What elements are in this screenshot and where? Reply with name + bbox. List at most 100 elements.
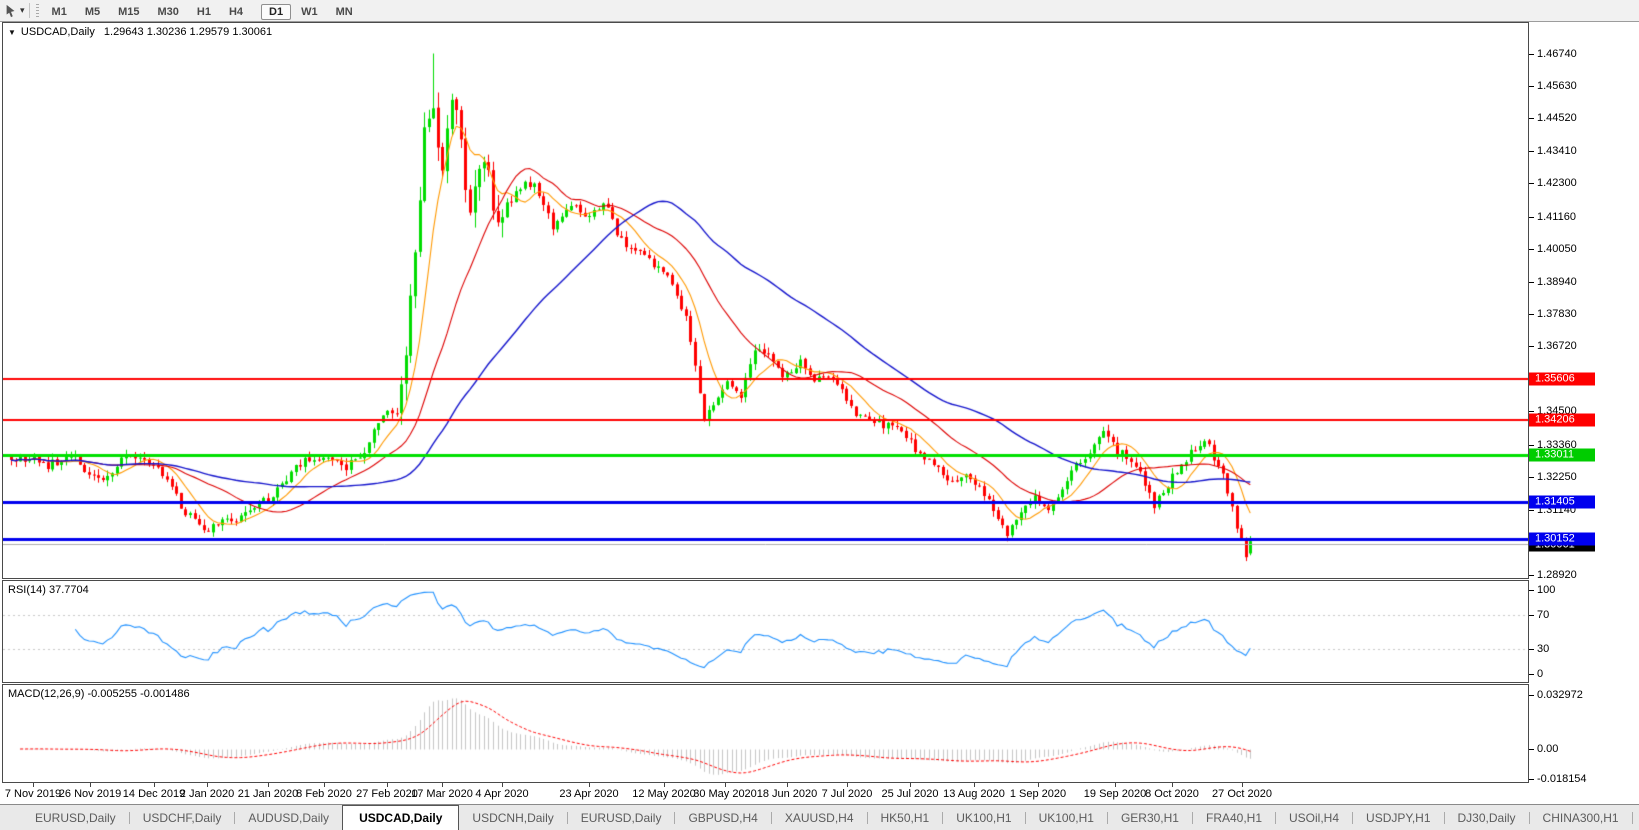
timeframe-button-h4[interactable]: H4 bbox=[221, 4, 251, 20]
price-tick-label: 1.32250 bbox=[1537, 471, 1577, 483]
date-tick-mark bbox=[90, 783, 91, 787]
date-tick-label: 13 Aug 2020 bbox=[943, 788, 1005, 800]
chart-ohlc-values: 1.29643 1.30236 1.29579 1.30061 bbox=[104, 26, 272, 38]
tab-usoil-h4[interactable]: USOil,H4 bbox=[1276, 807, 1352, 829]
date-tick-mark bbox=[442, 783, 443, 787]
pointer-tool-icon[interactable] bbox=[4, 4, 18, 18]
date-tick-mark bbox=[787, 783, 788, 787]
chart-symbol-label: USDCAD,Daily bbox=[21, 26, 95, 38]
tab-xauusd-h4[interactable]: XAUUSD,H4 bbox=[772, 807, 867, 829]
date-tick-mark bbox=[33, 783, 34, 787]
rsi-chart-canvas[interactable] bbox=[3, 581, 1528, 682]
tab-ger30-h1[interactable]: GER30,H1 bbox=[1108, 807, 1192, 829]
date-tick-label: 17 Mar 2020 bbox=[411, 788, 473, 800]
timeframe-button-d1[interactable]: D1 bbox=[261, 4, 291, 20]
tab-usoil-h1[interactable]: USOil,H1 bbox=[1633, 807, 1639, 829]
cursor-arrow-icon bbox=[4, 4, 18, 18]
date-tick-mark bbox=[1115, 783, 1116, 787]
chevron-down-icon[interactable]: ▾ bbox=[20, 5, 25, 16]
timeframe-button-mn[interactable]: MN bbox=[328, 4, 361, 20]
price-tick-label: 1.36720 bbox=[1537, 340, 1577, 352]
candlestick-chart-canvas[interactable] bbox=[3, 23, 1528, 578]
macd-tick-label: 0.00 bbox=[1537, 743, 1558, 755]
date-tick-mark bbox=[502, 783, 503, 787]
price-tick-label: 1.41160 bbox=[1537, 211, 1576, 223]
price-tick-label: 1.43410 bbox=[1537, 145, 1577, 157]
macd-indicator-pane[interactable]: MACD(12,26,9) -0.005255 -0.001486 bbox=[2, 684, 1529, 783]
price-line-badge: 1.30152 bbox=[1529, 532, 1595, 545]
chart-title: ▼ USDCAD,Daily 1.29643 1.30236 1.29579 1… bbox=[8, 26, 272, 38]
price-tick-label: 1.40050 bbox=[1537, 243, 1577, 255]
axis-tick-mark bbox=[1529, 590, 1534, 591]
price-tick-label: 1.44520 bbox=[1537, 112, 1577, 124]
date-tick-label: 26 Nov 2019 bbox=[59, 788, 121, 800]
price-line-badge: 1.35606 bbox=[1529, 373, 1595, 386]
axis-tick-mark bbox=[1529, 86, 1534, 87]
date-tick-label: 18 Jun 2020 bbox=[757, 788, 818, 800]
date-tick-label: 1 Sep 2020 bbox=[1010, 788, 1066, 800]
macd-tick-label: 0.032972 bbox=[1537, 689, 1583, 701]
main-chart-pane[interactable]: ▼ USDCAD,Daily 1.29643 1.30236 1.29579 1… bbox=[2, 22, 1529, 579]
timeframe-button-m5[interactable]: M5 bbox=[77, 4, 108, 20]
timeframe-button-m15[interactable]: M15 bbox=[110, 4, 147, 20]
mt4-window: ▾ M1M5M15M30H1H4 D1W1MN ▼ USDCAD,Daily 1.… bbox=[0, 0, 1639, 830]
price-axis[interactable]: 1.467401.456301.445201.434101.423001.411… bbox=[1529, 0, 1639, 830]
date-tick-mark bbox=[1172, 783, 1173, 787]
collapse-triangle-icon[interactable]: ▼ bbox=[8, 28, 16, 37]
toolbar-grip-handle[interactable] bbox=[36, 4, 39, 18]
tab-hk50-h1[interactable]: HK50,H1 bbox=[868, 807, 943, 829]
tab-usdcad-daily[interactable]: USDCAD,Daily bbox=[342, 805, 459, 830]
tab-usdjpy-h1[interactable]: USDJPY,H1 bbox=[1353, 807, 1443, 829]
timeframe-button-m30[interactable]: M30 bbox=[150, 4, 187, 20]
date-tick-mark bbox=[664, 783, 665, 787]
axis-tick-mark bbox=[1529, 314, 1534, 315]
axis-tick-mark bbox=[1529, 217, 1534, 218]
chart-tabs: EURUSD,DailyUSDCHF,DailyAUDUSD,DailyUSDC… bbox=[22, 805, 1639, 830]
date-tick-mark bbox=[154, 783, 155, 787]
tab-eurusd-daily[interactable]: EURUSD,Daily bbox=[568, 807, 675, 829]
date-tick-mark bbox=[324, 783, 325, 787]
tab-eurusd-daily[interactable]: EURUSD,Daily bbox=[22, 807, 129, 829]
axis-tick-mark bbox=[1529, 575, 1534, 576]
tab-usdcnh-daily[interactable]: USDCNH,Daily bbox=[459, 807, 566, 829]
rsi-tick-label: 70 bbox=[1537, 609, 1549, 621]
tab-gbpusd-h4[interactable]: GBPUSD,H4 bbox=[675, 807, 770, 829]
chart-tab-bar: EURUSD,DailyUSDCHF,DailyAUDUSD,DailyUSDC… bbox=[0, 804, 1639, 830]
rsi-tick-label: 100 bbox=[1537, 584, 1555, 596]
date-tick-label: 27 Oct 2020 bbox=[1212, 788, 1272, 800]
rsi-label: RSI(14) 37.7704 bbox=[8, 584, 89, 596]
rsi-tick-label: 30 bbox=[1537, 643, 1549, 655]
axis-tick-mark bbox=[1529, 118, 1534, 119]
axis-tick-mark bbox=[1529, 183, 1534, 184]
tab-audusd-daily[interactable]: AUDUSD,Daily bbox=[235, 807, 342, 829]
toolbar-separator bbox=[29, 3, 30, 18]
tab-usdchf-daily[interactable]: USDCHF,Daily bbox=[130, 807, 235, 829]
timeframe-button-h1[interactable]: H1 bbox=[189, 4, 219, 20]
macd-label: MACD(12,26,9) -0.005255 -0.001486 bbox=[8, 688, 190, 700]
date-tick-label: 2 Jan 2020 bbox=[180, 788, 234, 800]
tab-dj30-daily[interactable]: DJ30,Daily bbox=[1445, 807, 1529, 829]
tab-fra40-h1[interactable]: FRA40,H1 bbox=[1193, 807, 1275, 829]
macd-chart-canvas[interactable] bbox=[3, 685, 1528, 782]
date-tick-mark bbox=[268, 783, 269, 787]
date-tick-label: 4 Apr 2020 bbox=[475, 788, 528, 800]
date-tick-label: 25 Jul 2020 bbox=[882, 788, 939, 800]
tab-uk100-h1[interactable]: UK100,H1 bbox=[1026, 807, 1107, 829]
axis-tick-mark bbox=[1529, 477, 1534, 478]
date-axis[interactable]: 7 Nov 201926 Nov 201914 Dec 20192 Jan 20… bbox=[2, 783, 1529, 804]
tab-china300-h1[interactable]: CHINA300,H1 bbox=[1530, 807, 1632, 829]
rsi-indicator-pane[interactable]: RSI(14) 37.7704 bbox=[2, 580, 1529, 683]
timeframe-button-m1[interactable]: M1 bbox=[44, 4, 75, 20]
axis-tick-mark bbox=[1529, 445, 1534, 446]
date-tick-label: 14 Dec 2019 bbox=[123, 788, 185, 800]
price-tick-label: 1.38940 bbox=[1537, 276, 1577, 288]
date-tick-label: 7 Jul 2020 bbox=[822, 788, 873, 800]
date-tick-mark bbox=[725, 783, 726, 787]
date-tick-label: 8 Oct 2020 bbox=[1145, 788, 1199, 800]
date-tick-mark bbox=[910, 783, 911, 787]
date-tick-label: 30 May 2020 bbox=[693, 788, 757, 800]
timeframe-button-w1[interactable]: W1 bbox=[293, 4, 326, 20]
axis-tick-mark bbox=[1529, 615, 1534, 616]
price-tick-label: 1.37830 bbox=[1537, 308, 1577, 320]
tab-uk100-h1[interactable]: UK100,H1 bbox=[943, 807, 1024, 829]
